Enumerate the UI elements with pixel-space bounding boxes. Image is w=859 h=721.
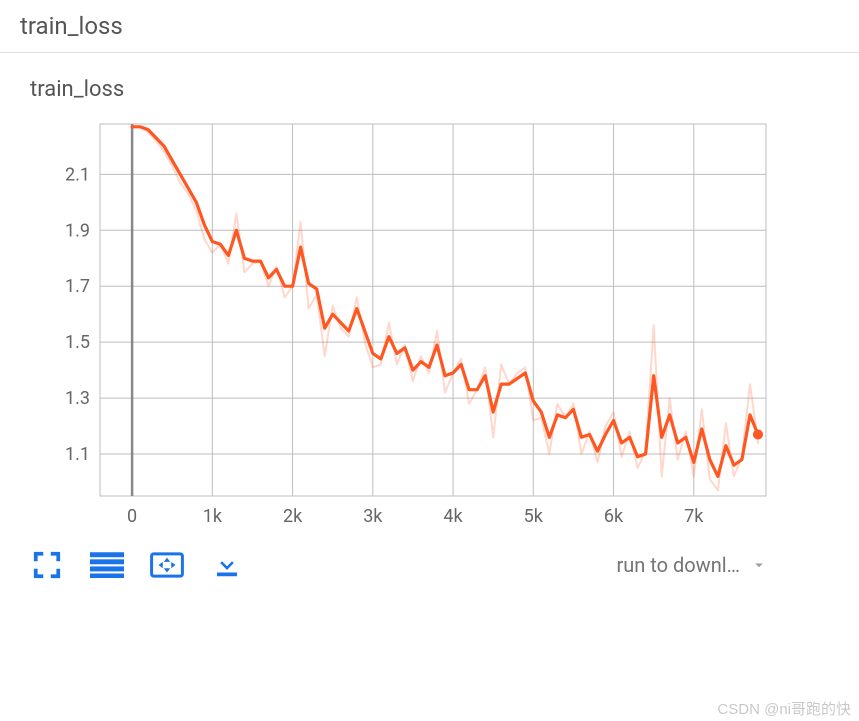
section-title: train_loss	[20, 12, 839, 40]
chart-card: train_loss 1.1 1.3 1.5 1.7 1.9 2.1 0 1k 2k 3k 4k 5k…	[0, 53, 859, 590]
svg-text:0: 0	[127, 506, 137, 527]
run-download-select[interactable]: run to downl…	[616, 553, 776, 577]
svg-text:2k: 2k	[283, 506, 303, 527]
svg-text:5k: 5k	[524, 506, 544, 527]
card-title: train_loss	[30, 77, 829, 102]
svg-text:6k: 6k	[604, 506, 624, 527]
fit-domain-icon[interactable]	[150, 550, 184, 580]
download-icon[interactable]	[210, 550, 244, 580]
toggle-y-log-icon[interactable]	[90, 550, 124, 580]
fullscreen-icon[interactable]	[30, 550, 64, 580]
svg-text:1.3: 1.3	[65, 388, 90, 409]
svg-text:4k: 4k	[443, 506, 463, 527]
chart-area[interactable]: 1.1 1.3 1.5 1.7 1.9 2.1 0 1k 2k 3k 4k 5k 6k 7k	[30, 116, 776, 536]
svg-text:2.1: 2.1	[65, 164, 90, 185]
svg-text:1.1: 1.1	[65, 444, 90, 465]
watermark: CSDN @ni哥跑的快	[717, 698, 851, 719]
run-select-label: run to downl…	[616, 553, 740, 577]
section-header: train_loss	[0, 0, 859, 53]
chevron-down-icon	[750, 556, 768, 574]
svg-text:3k: 3k	[363, 506, 383, 527]
svg-text:1.7: 1.7	[65, 276, 90, 297]
line-chart: 1.1 1.3 1.5 1.7 1.9 2.1 0 1k 2k 3k 4k 5k 6k 7k	[30, 116, 776, 536]
svg-text:7k: 7k	[684, 506, 704, 527]
svg-text:1.9: 1.9	[65, 220, 90, 241]
svg-text:1k: 1k	[203, 506, 223, 527]
card-toolbar: run to downl…	[30, 536, 776, 580]
svg-text:1.5: 1.5	[65, 332, 90, 353]
